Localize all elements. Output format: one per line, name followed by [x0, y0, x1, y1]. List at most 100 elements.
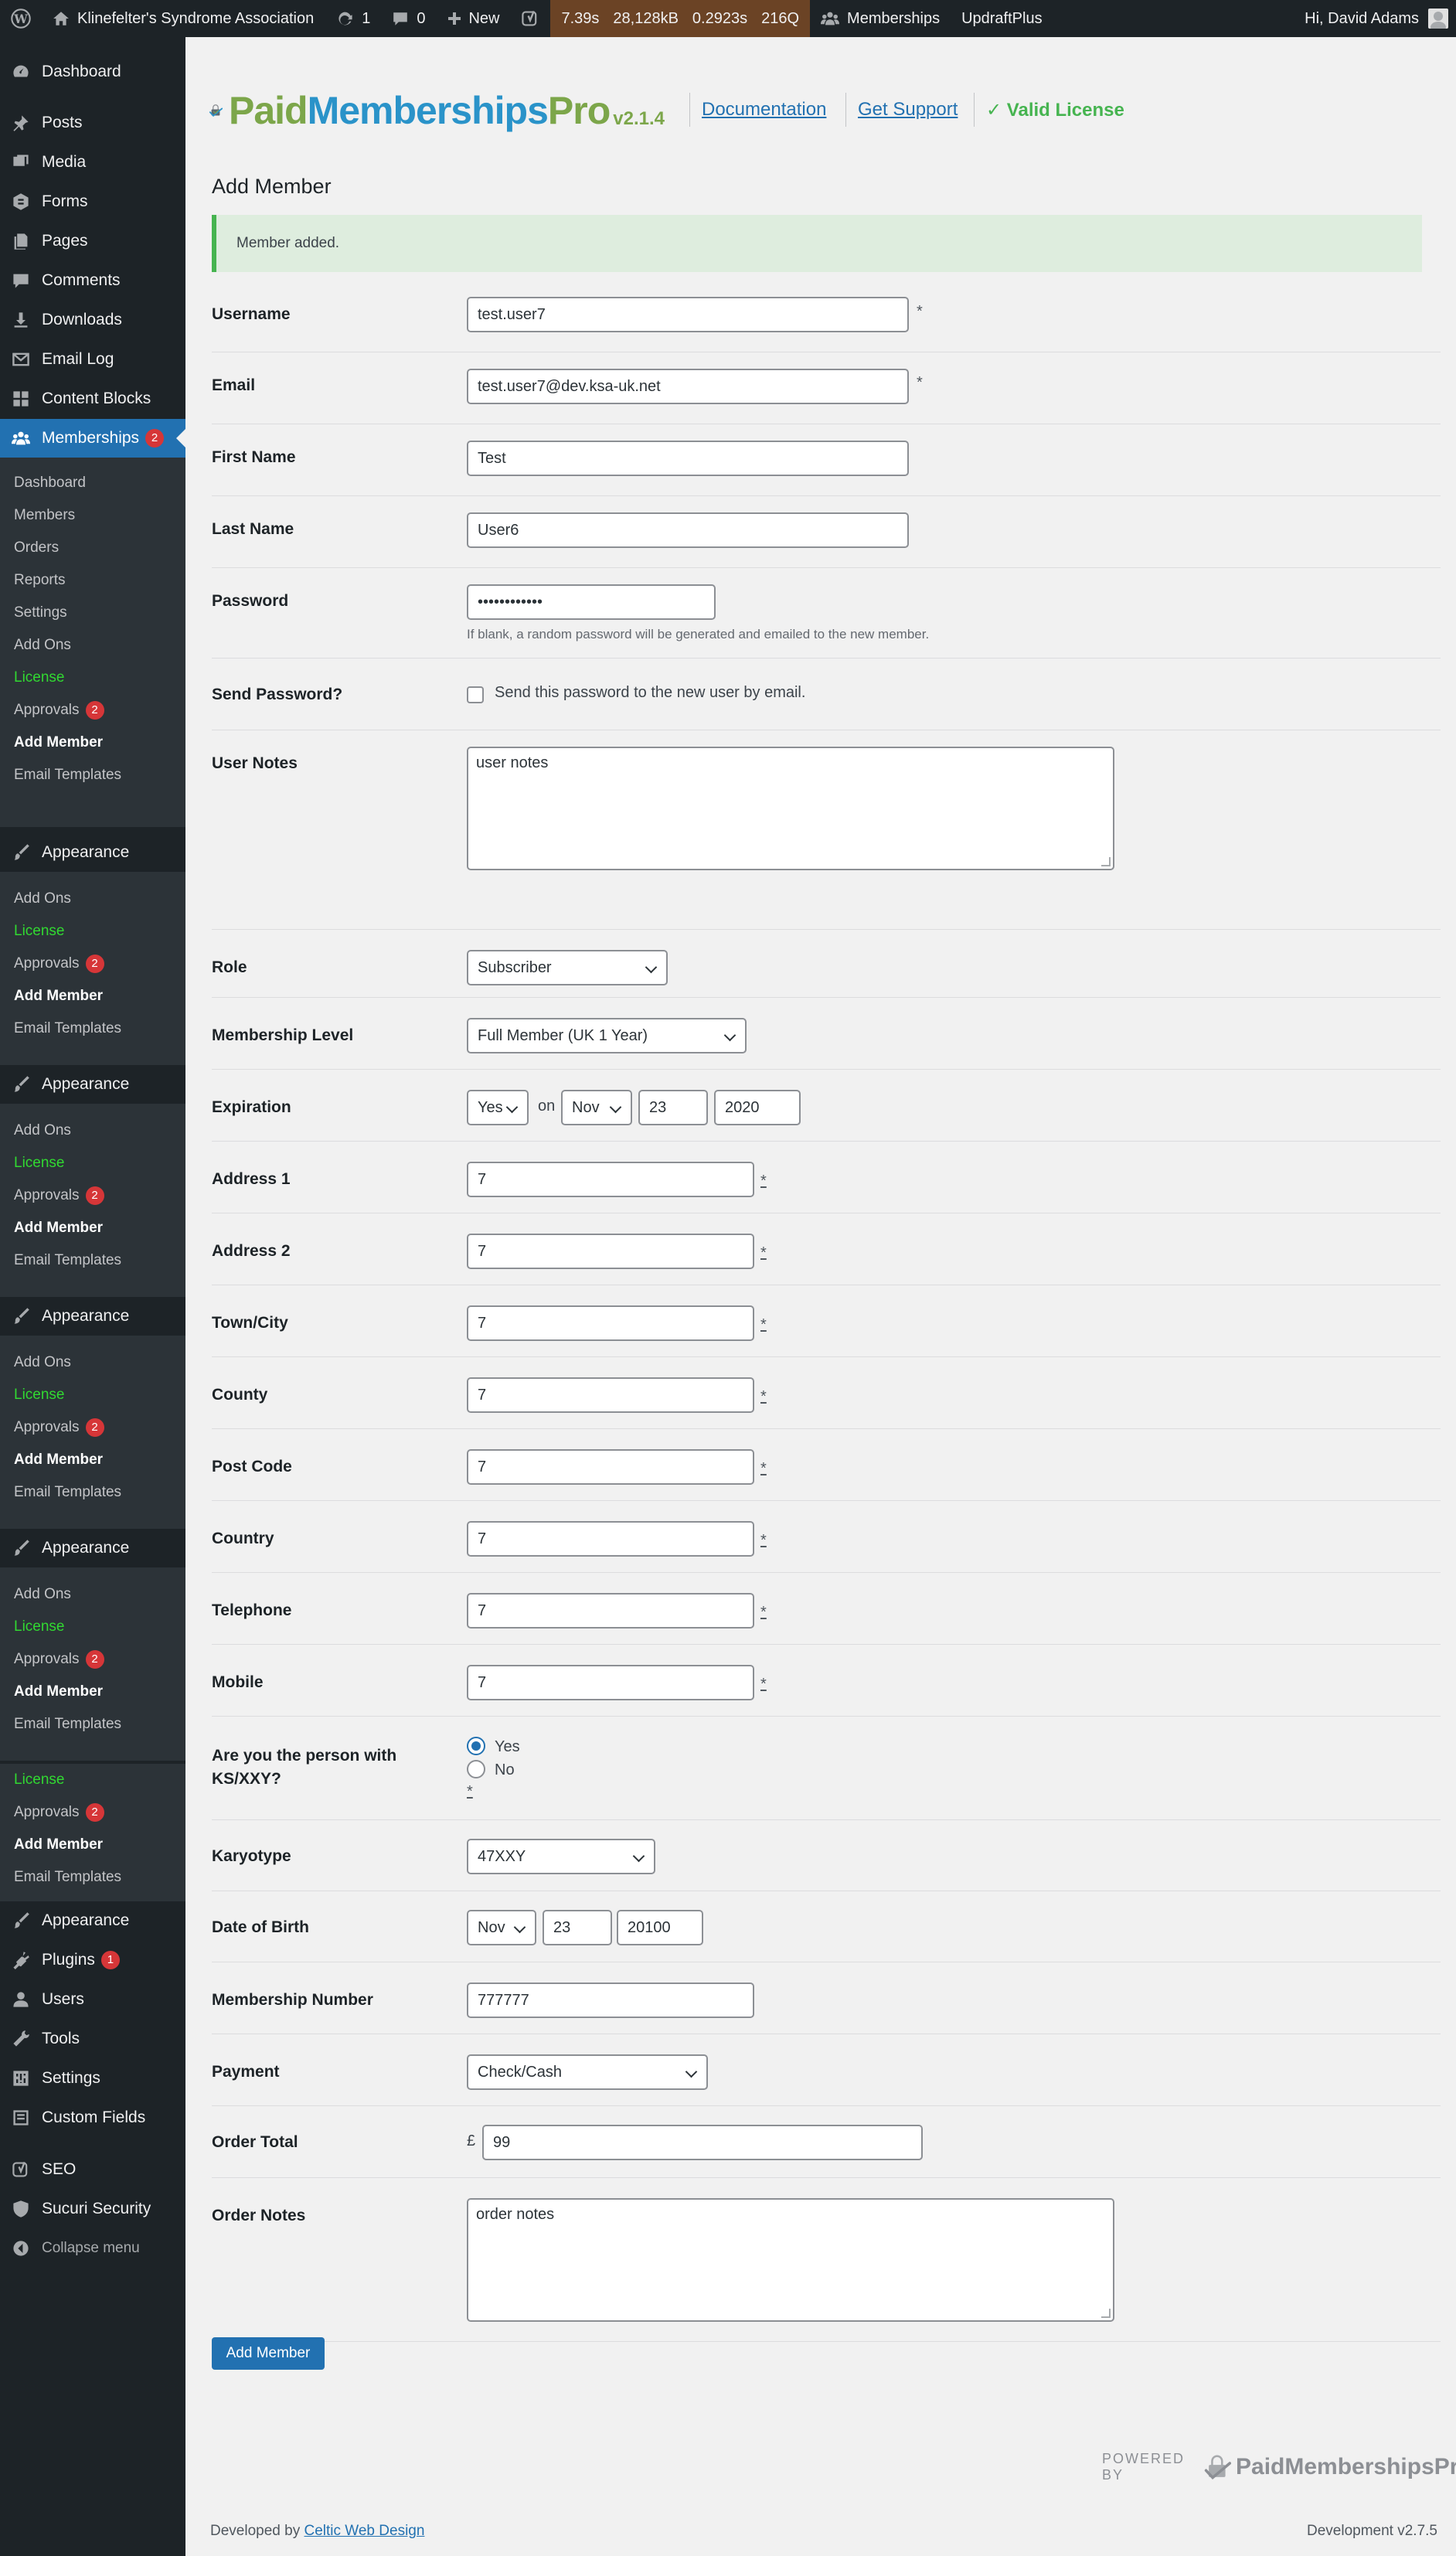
submenu-add-ons[interactable]: Add Ons [0, 629, 185, 662]
expiration-enabled-select[interactable]: Yes [467, 1090, 529, 1125]
submenu-approvals[interactable]: Approvals 2 [0, 1179, 185, 1212]
submenu-settings[interactable]: Settings [0, 597, 185, 629]
submenu-email-templates[interactable]: Email Templates [0, 1476, 185, 1509]
username-input[interactable]: test.user7 [467, 297, 909, 332]
menu-posts[interactable]: Posts [0, 104, 185, 142]
submenu-approvals[interactable]: Approvals 2 [0, 1411, 185, 1444]
menu-content-blocks[interactable]: Content Blocks [0, 379, 185, 418]
submenu-add-member[interactable]: Add Member [0, 727, 185, 759]
menu-custom-fields[interactable]: Custom Fields [0, 2098, 185, 2137]
order-notes-textarea[interactable]: order notes [467, 2198, 1114, 2322]
developer-link[interactable]: Celtic Web Design [304, 2523, 424, 2539]
town-input[interactable]: 7 [467, 1305, 754, 1341]
submenu-email-templates[interactable]: Email Templates [0, 1013, 185, 1045]
first-name-input[interactable]: Test [467, 441, 909, 476]
updates-link[interactable]: 1 [325, 0, 381, 37]
expiration-month-select[interactable]: Nov [561, 1090, 632, 1125]
submenu-license[interactable]: License [0, 1147, 185, 1179]
submenu-reports[interactable]: Reports [0, 564, 185, 597]
submenu-approvals[interactable]: Approvals 2 [0, 948, 185, 980]
last-name-input[interactable]: User6 [467, 512, 909, 548]
pmpro-logo[interactable]: PaidMembershipsPro v2.1.4 [209, 68, 665, 153]
menu-appearance[interactable]: Appearance [0, 1297, 185, 1336]
menu-dashboard[interactable]: Dashboard [0, 53, 185, 91]
menu-sucuri[interactable]: Sucuri Security [0, 2190, 185, 2228]
new-content-link[interactable]: New [436, 0, 510, 37]
updraftplus-link[interactable]: UpdraftPlus [951, 0, 1053, 37]
submenu-license[interactable]: License [0, 662, 185, 694]
dob-year-input[interactable]: 20100 [617, 1910, 703, 1945]
membership-level-select[interactable]: Full Member (UK 1 Year) [467, 1018, 747, 1053]
user-notes-textarea[interactable]: user notes [467, 747, 1114, 870]
submenu-add-ons[interactable]: Add Ons [0, 1578, 185, 1611]
valid-license-link[interactable]: ✓ Valid License [986, 99, 1124, 121]
my-account-link[interactable]: Hi, David Adams [1294, 0, 1456, 37]
get-support-link[interactable]: Get Support [858, 99, 958, 121]
email-input[interactable]: test.user7@dev.ksa-uk.net [467, 369, 909, 404]
menu-tools[interactable]: Tools [0, 2020, 185, 2058]
telephone-input[interactable]: 7 [467, 1593, 754, 1629]
submenu-email-templates[interactable]: Email Templates [0, 1861, 185, 1894]
mobile-input[interactable]: 7 [467, 1665, 754, 1700]
submenu-dashboard[interactable]: Dashboard [0, 467, 185, 499]
submenu-add-member[interactable]: Add Member [0, 1212, 185, 1244]
password-input[interactable]: •••••••••••• [467, 584, 716, 620]
dob-month-select[interactable]: Nov [467, 1910, 536, 1945]
submenu-add-member[interactable]: Add Member [0, 1829, 185, 1861]
role-select[interactable]: Subscriber [467, 950, 668, 985]
submenu-license[interactable]: License [0, 915, 185, 948]
yoast-seo-icon[interactable] [510, 0, 550, 37]
karyotype-select[interactable]: 47XXY [467, 1839, 655, 1874]
menu-appearance[interactable]: Appearance [0, 833, 185, 872]
ks-no-radio[interactable] [467, 1760, 485, 1778]
membership-number-input[interactable]: 777777 [467, 1983, 754, 2018]
submenu-license[interactable]: License [0, 1611, 185, 1643]
submenu-email-templates[interactable]: Email Templates [0, 759, 185, 791]
menu-appearance[interactable]: Appearance [0, 1529, 185, 1567]
menu-plugins[interactable]: Plugins 1 [0, 1941, 185, 1979]
submenu-add-member[interactable]: Add Member [0, 980, 185, 1013]
order-total-input[interactable]: 99 [482, 2125, 923, 2160]
menu-memberships[interactable]: Memberships 2 [0, 419, 185, 458]
menu-media[interactable]: Media [0, 143, 185, 182]
submenu-add-member[interactable]: Add Member [0, 1444, 185, 1476]
comments-link[interactable]: 0 [381, 0, 436, 37]
wordpress-logo-icon[interactable]: W [0, 0, 42, 37]
submenu-license[interactable]: License [0, 1764, 185, 1796]
postcode-input[interactable]: 7 [467, 1449, 754, 1485]
menu-appearance[interactable]: Appearance [0, 1901, 185, 1940]
submenu-members[interactable]: Members [0, 499, 185, 532]
send-password-checkbox[interactable] [467, 686, 484, 703]
submenu-add-member[interactable]: Add Member [0, 1676, 185, 1708]
documentation-link[interactable]: Documentation [702, 99, 826, 121]
ks-no-label[interactable]: No [495, 1761, 515, 1779]
menu-forms[interactable]: Forms [0, 182, 185, 221]
address2-input[interactable]: 7 [467, 1234, 754, 1269]
address1-input[interactable]: 7 [467, 1162, 754, 1197]
menu-pages[interactable]: Pages [0, 222, 185, 260]
payment-select[interactable]: Check/Cash [467, 2054, 708, 2090]
add-member-button[interactable]: Add Member [212, 2337, 325, 2370]
submenu-email-templates[interactable]: Email Templates [0, 1244, 185, 1277]
submenu-add-ons[interactable]: Add Ons [0, 883, 185, 915]
send-password-text[interactable]: Send this password to the new user by em… [495, 684, 805, 702]
submenu-approvals[interactable]: Approvals 2 [0, 1796, 185, 1829]
menu-downloads[interactable]: Downloads [0, 301, 185, 339]
site-name-link[interactable]: Klinefelter's Syndrome Association [42, 0, 325, 37]
expiration-year-input[interactable]: 2020 [714, 1090, 801, 1125]
dob-day-input[interactable]: 23 [543, 1910, 612, 1945]
menu-seo[interactable]: SEO [0, 2150, 185, 2189]
powered-by-logo[interactable]: POWERED BY PaidMembershipsPro [1102, 2450, 1456, 2484]
submenu-license[interactable]: License [0, 1379, 185, 1411]
country-input[interactable]: 7 [467, 1521, 754, 1557]
menu-email-log[interactable]: Email Log [0, 340, 185, 379]
expiration-day-input[interactable]: 23 [638, 1090, 708, 1125]
menu-users[interactable]: Users [0, 1980, 185, 2019]
query-monitor-stats[interactable]: 7.39s 28,128kB 0.2923s 216Q [550, 0, 811, 37]
submenu-approvals[interactable]: Approvals 2 [0, 694, 185, 727]
menu-settings[interactable]: Settings [0, 2059, 185, 2098]
menu-appearance[interactable]: Appearance [0, 1065, 185, 1104]
ks-yes-radio[interactable] [467, 1737, 485, 1755]
submenu-add-ons[interactable]: Add Ons [0, 1115, 185, 1147]
submenu-add-ons[interactable]: Add Ons [0, 1346, 185, 1379]
